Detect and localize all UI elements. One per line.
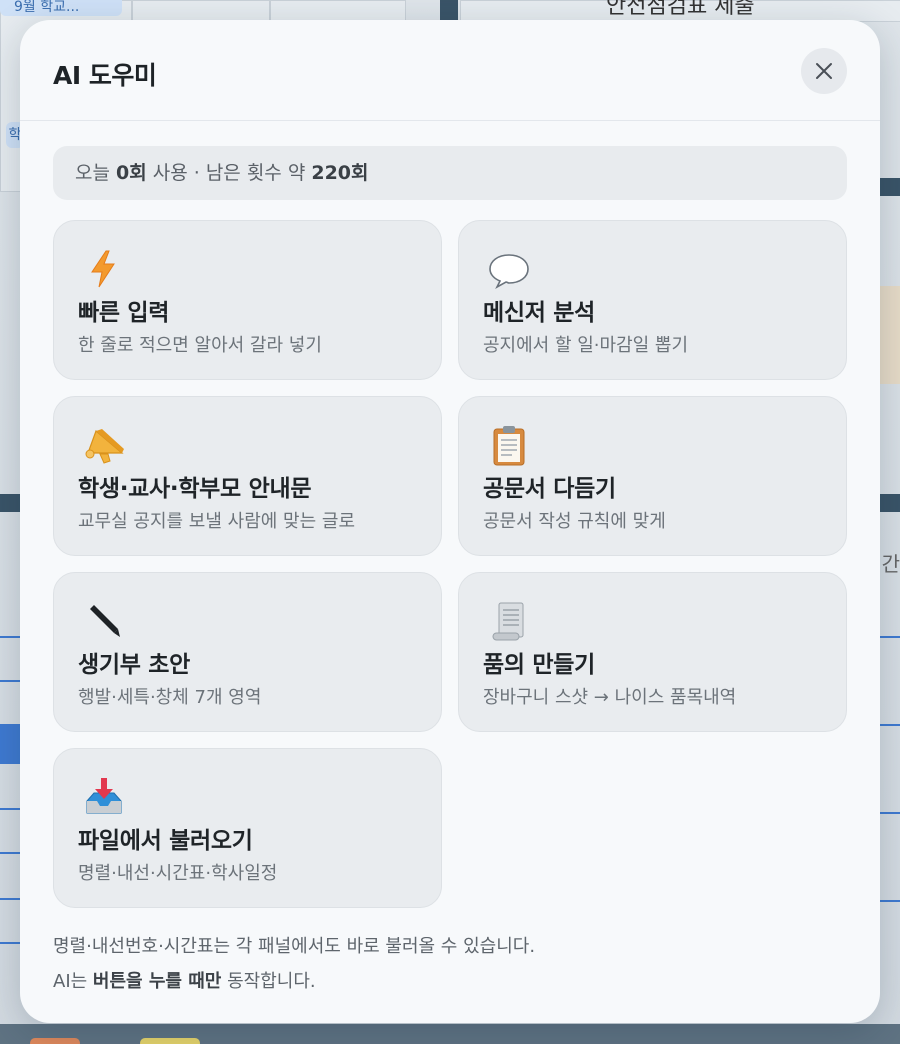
ai-assistant-modal: AI 도우미 오늘 0회 사용 · 남은 횟수 약 220회 빠른 입력 한 줄… [20, 20, 880, 1023]
card-description: 공지에서 할 일·마감일 뽑기 [483, 335, 689, 356]
usage-remaining-count: 220회 [311, 162, 369, 184]
usage-middle: 사용 · 남은 횟수 약 [146, 162, 312, 184]
card-description: 장바구니 스샷 → 나이스 품목내역 [483, 687, 737, 708]
background-row-line [880, 812, 900, 814]
footnote-line-2: AI는 버튼을 누를 때만 동작합니다. [53, 967, 316, 993]
quick-input-card[interactable]: 빠른 입력 한 줄로 적으면 알아서 갈라 넣기 [53, 220, 442, 380]
background-bar [440, 0, 458, 20]
scroll-icon [487, 599, 531, 643]
background-bottom-bar [0, 1024, 900, 1044]
card-description: 행발·세특·창체 7개 영역 [78, 687, 262, 708]
background-row-line [880, 636, 900, 638]
background-chip [30, 1038, 80, 1044]
modal-title: AI 도우미 [53, 61, 157, 90]
background-panel [878, 286, 900, 384]
card-description: 명렬·내선·시간표·학사일정 [78, 863, 278, 884]
background-row-line [880, 900, 900, 902]
background-row-line [0, 808, 22, 810]
card-title: 학생·교사·학부모 안내문 [78, 476, 312, 502]
speech-bubble-icon [487, 247, 531, 291]
official-document-card[interactable]: 공문서 다듬기 공문서 작성 규칙에 맞게 [458, 396, 847, 556]
student-record-card[interactable]: 생기부 초안 행발·세특·창체 7개 영역 [53, 572, 442, 732]
background-row-line [0, 898, 22, 900]
messenger-analysis-card[interactable]: 메신저 분석 공지에서 할 일·마감일 뽑기 [458, 220, 847, 380]
modal-header: AI 도우미 [20, 20, 880, 121]
card-description: 한 줄로 적으면 알아서 갈라 넣기 [78, 335, 322, 356]
pencil-icon [82, 599, 126, 643]
card-title: 공문서 다듬기 [483, 476, 616, 502]
card-title: 메신저 분석 [483, 300, 596, 326]
close-icon [816, 63, 832, 79]
background-row-line [0, 852, 22, 854]
card-title: 빠른 입력 [78, 300, 170, 326]
background-label: 간 [881, 552, 900, 576]
usage-today-count: 0회 [116, 162, 147, 184]
lightning-icon [82, 247, 126, 291]
background-row-line [0, 636, 22, 638]
megaphone-icon [82, 423, 126, 467]
footnote-suffix: 동작합니다. [221, 971, 316, 992]
card-title: 생기부 초안 [78, 652, 191, 678]
background-bar [878, 178, 900, 196]
card-description: 공문서 작성 규칙에 맞게 [483, 511, 666, 532]
background-selected-row [0, 724, 22, 764]
import-from-file-card[interactable]: 파일에서 불러오기 명렬·내선·시간표·학사일정 [53, 748, 442, 908]
background-panel [132, 0, 270, 22]
usage-prefix: 오늘 [75, 162, 116, 184]
close-button[interactable] [801, 48, 847, 94]
background-row-line [880, 724, 900, 726]
background-title: 안전점검표 제출 [606, 0, 755, 19]
background-panel [270, 0, 406, 22]
usage-status: 오늘 0회 사용 · 남은 횟수 약 220회 [53, 146, 847, 200]
background-event-chip: 9월 학교... [0, 0, 122, 16]
footnote-emphasis: 버튼을 누를 때만 [92, 971, 222, 992]
background-row-line [0, 942, 22, 944]
card-title: 품의 만들기 [483, 652, 596, 678]
purchase-request-card[interactable]: 품의 만들기 장바구니 스샷 → 나이스 품목내역 [458, 572, 847, 732]
background-chip [140, 1038, 200, 1044]
footnote-line-1: 명렬·내선번호·시간표는 각 패널에서도 바로 불러올 수 있습니다. [53, 936, 536, 957]
inbox-tray-icon [82, 775, 126, 819]
card-title: 파일에서 불러오기 [78, 828, 253, 854]
announcement-card[interactable]: 학생·교사·학부모 안내문 교무실 공지를 보낼 사람에 맞는 글로 [53, 396, 442, 556]
card-description: 교무실 공지를 보낼 사람에 맞는 글로 [78, 511, 356, 532]
background-row-line [0, 680, 22, 682]
clipboard-icon [487, 423, 531, 467]
footnote-prefix: AI는 [53, 971, 93, 992]
